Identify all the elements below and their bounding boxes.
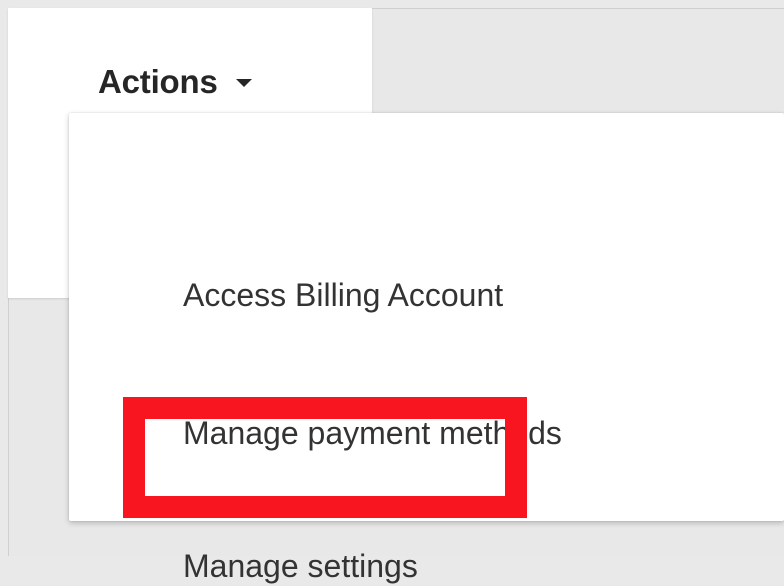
- menu-item-label: Manage payment methods: [183, 414, 562, 451]
- actions-button[interactable]: Actions: [98, 62, 252, 102]
- menu-item-manage-payment-methods[interactable]: Manage payment methods: [183, 413, 562, 453]
- menu-item-label: Manage settings: [183, 547, 418, 584]
- menu-item-label: Access Billing Account: [183, 276, 504, 313]
- actions-label: Actions: [98, 63, 218, 100]
- actions-dropdown-menu: Access Billing Account Manage payment me…: [69, 113, 784, 584]
- menu-item-access-billing-account[interactable]: Access Billing Account: [183, 275, 503, 315]
- caret-down-icon: [235, 79, 252, 87]
- menu-item-manage-settings[interactable]: Manage settings: [183, 546, 418, 586]
